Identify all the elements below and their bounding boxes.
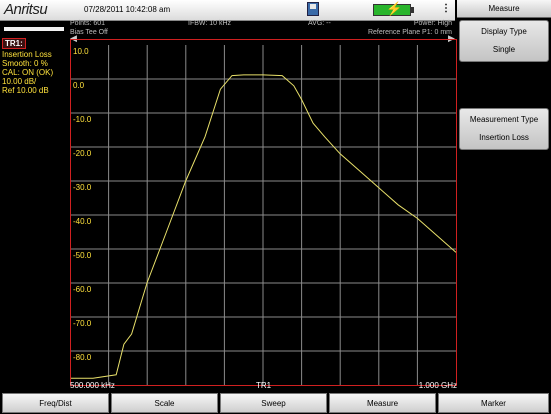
- insertion-loss-chart[interactable]: 10.0 0.0 -10.0 -20.0 -30.0 -40.0 -50.0 -60.0 -70…: [70, 39, 457, 386]
- softkey-panel: Measure Display Type Single Measurement …: [457, 0, 551, 390]
- more-icon[interactable]: ⋮: [441, 3, 451, 14]
- measurement-type-value: Insertion Loss: [479, 133, 529, 142]
- y-tick-label: -30.0: [73, 183, 92, 192]
- sweep-button[interactable]: Sweep: [220, 393, 327, 413]
- y-tick-label: 0.0: [73, 81, 85, 90]
- trace-measurement: Insertion Loss: [2, 50, 52, 59]
- scale-button[interactable]: Scale: [111, 393, 218, 413]
- display-type-button[interactable]: Display Type Single: [459, 20, 549, 62]
- avg-label: AVG: --: [308, 20, 331, 27]
- reference-plane-label: Reference Plane P1: 0 mm: [367, 29, 452, 36]
- battery-cap: [411, 7, 414, 13]
- trace-footer-label: TR1: [256, 381, 272, 390]
- measurement-type-button[interactable]: Measurement Type Insertion Loss: [459, 108, 549, 150]
- y-tick-label: -80.0: [73, 353, 92, 362]
- trace-reference: Ref 10.00 dB: [2, 86, 49, 95]
- y-tick-label: -20.0: [73, 149, 92, 158]
- y-tick-label: -10.0: [73, 115, 92, 124]
- trace-scale: 10.00 dB/: [2, 77, 37, 86]
- points-label: Points: 601: [70, 20, 106, 27]
- frequency-footer: 500.000 kHz TR1 1.000 GHz: [70, 381, 457, 391]
- info-bar: Points: 601 Bias Tee Off IFBW: 10 kHz AV…: [0, 20, 455, 38]
- measurement-type-label: Measurement Type: [469, 115, 539, 124]
- y-tick-label: -70.0: [73, 319, 92, 328]
- plug-icon: ⚡: [386, 1, 403, 16]
- display-type-label: Display Type: [481, 27, 527, 36]
- y-tick-label: -60.0: [73, 285, 92, 294]
- start-frequency: 500.000 kHz: [70, 381, 115, 390]
- ifbw-label: IFBW: 10 kHz: [188, 20, 232, 27]
- power-label: Power: High: [413, 20, 452, 27]
- y-tick-label: -40.0: [73, 217, 92, 226]
- menu-title: Measure: [457, 0, 551, 18]
- trace-info-panel[interactable]: TR1: Insertion Loss Smooth: 0 % CAL: ON …: [2, 38, 70, 100]
- save-icon[interactable]: [307, 2, 319, 16]
- freq-dist-button[interactable]: Freq/Dist: [2, 393, 109, 413]
- plot-area[interactable]: 10.0 0.0 -10.0 -20.0 -30.0 -40.0 -50.0 -60.0 -70…: [70, 39, 457, 386]
- display-type-value: Single: [492, 45, 516, 54]
- brand-logo: Anritsu: [4, 1, 48, 18]
- trace-cal-status: CAL: ON (OK): [2, 68, 54, 77]
- trace-label: TR1:: [2, 38, 26, 49]
- datetime-label: 07/28/2011 10:42:08 am: [84, 5, 171, 14]
- measure-button[interactable]: Measure: [329, 393, 436, 413]
- y-tick-label: 10.0: [73, 47, 89, 56]
- main-menu-bar: Freq/Dist Scale Sweep Measure Marker: [0, 392, 551, 414]
- y-tick-label: -50.0: [73, 251, 92, 260]
- status-indicator: [4, 27, 64, 31]
- trace-smoothing: Smooth: 0 %: [2, 59, 48, 68]
- status-bar: Anritsu 07/28/2011 10:42:08 am ⚡ ⋮: [0, 0, 455, 21]
- marker-button[interactable]: Marker: [438, 393, 549, 413]
- stop-frequency: 1.000 GHz: [418, 381, 457, 390]
